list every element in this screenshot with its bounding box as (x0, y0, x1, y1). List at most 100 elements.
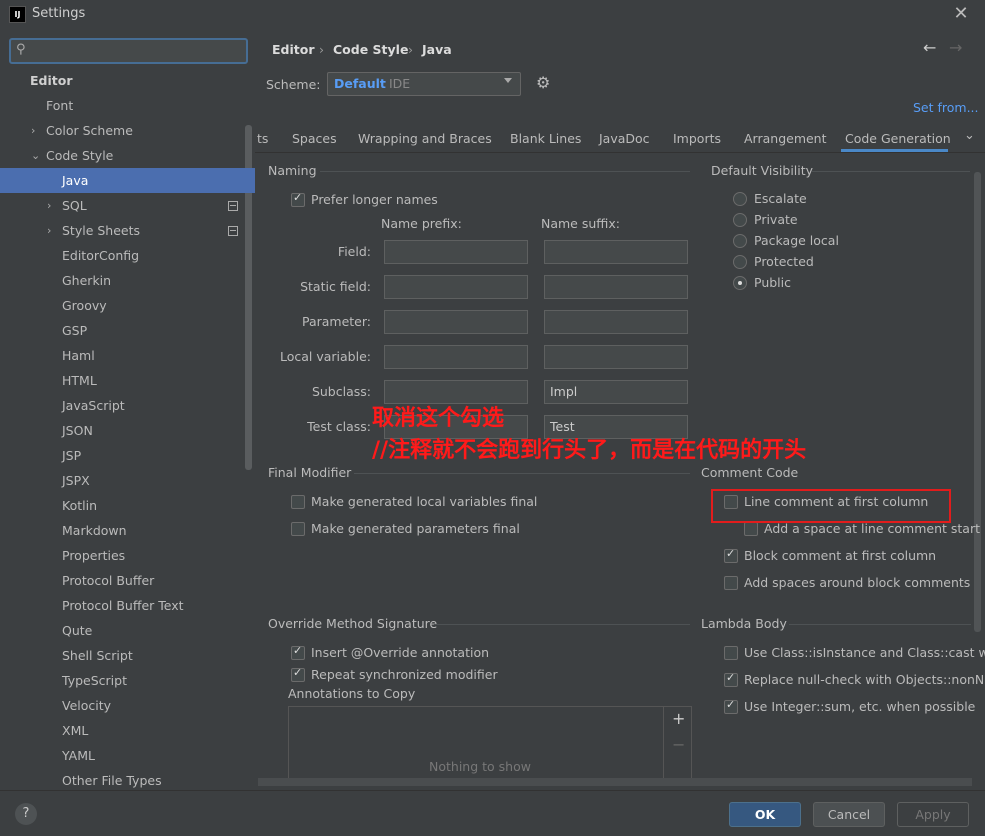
name-suffix-field[interactable] (544, 345, 688, 369)
sidebar-item[interactable]: Gherkin (0, 268, 255, 293)
annotations-list[interactable]: Nothing to show + − (288, 706, 692, 784)
visibility-radio[interactable] (733, 213, 747, 227)
sidebar-item[interactable]: Shell Script (0, 643, 255, 668)
tab-wrapping[interactable]: Wrapping and Braces (358, 131, 492, 146)
back-arrow-icon[interactable]: ← (923, 38, 936, 57)
field-value: Impl (550, 384, 578, 399)
name-suffix-field[interactable]: Impl (544, 380, 688, 404)
checkbox[interactable] (744, 522, 758, 536)
tab-javadoc[interactable]: JavaDoc (599, 131, 650, 146)
tab-bar: ts Spaces Wrapping and Braces Blank Line… (255, 126, 985, 153)
name-prefix-field[interactable] (384, 310, 528, 334)
horizontal-scrollbar[interactable] (258, 778, 972, 786)
name-suffix-field[interactable] (544, 240, 688, 264)
tab-tabs-and-indents[interactable]: ts (257, 131, 268, 146)
breadcrumb-java: Java (422, 42, 452, 57)
sidebar-item[interactable]: Velocity (0, 693, 255, 718)
sidebar-item[interactable]: › SQL (0, 193, 255, 218)
tab-code-generation[interactable]: Code Generation (845, 131, 951, 146)
sidebar-item[interactable]: HTML (0, 368, 255, 393)
sidebar-item[interactable]: Qute (0, 618, 255, 643)
name-suffix-header: Name suffix: (541, 216, 620, 231)
checkbox[interactable] (724, 698, 738, 714)
sidebar-item[interactable]: JSON (0, 418, 255, 443)
visibility-radio[interactable] (733, 234, 747, 248)
breadcrumb-code-style[interactable]: Code Style (333, 42, 408, 57)
close-icon[interactable]: ✕ (950, 3, 972, 25)
visibility-radio[interactable] (733, 276, 747, 290)
sidebar-item[interactable]: TypeScript (0, 668, 255, 693)
forward-arrow-icon[interactable]: → (949, 38, 962, 57)
vertical-scrollbar[interactable] (974, 172, 981, 632)
sidebar-item[interactable]: YAML (0, 743, 255, 768)
cancel-button[interactable]: Cancel (813, 802, 885, 827)
checkbox[interactable] (724, 671, 738, 687)
sidebar-item[interactable]: ⌄ Code Style (0, 143, 255, 168)
sidebar-item[interactable]: › Color Scheme (0, 118, 255, 143)
sidebar-item[interactable]: Editor (0, 68, 255, 93)
help-icon[interactable]: ? (15, 803, 37, 825)
chevron-down-icon[interactable]: ⌄ (964, 128, 975, 143)
sidebar-item[interactable]: Protocol Buffer Text (0, 593, 255, 618)
add-icon[interactable]: + (672, 709, 685, 728)
naming-row-label: Local variable: (279, 349, 371, 364)
sidebar-item-label: Editor (30, 73, 73, 88)
sidebar-item-label: Properties (62, 548, 126, 563)
sidebar-item[interactable]: Markdown (0, 518, 255, 543)
sidebar-item[interactable]: GSP (0, 318, 255, 343)
name-prefix-field[interactable] (384, 345, 528, 369)
sidebar-item[interactable]: Kotlin (0, 493, 255, 518)
tab-spaces[interactable]: Spaces (292, 131, 337, 146)
chevron-down-icon[interactable]: ⌄ (31, 143, 43, 168)
ok-button[interactable]: OK (729, 802, 801, 827)
annotation-text-line-2: //注释就不会跑到行头了，而是在代码的开头 (372, 437, 807, 463)
set-from-link[interactable]: Set from... (913, 100, 979, 115)
sidebar-item-label: Groovy (62, 298, 107, 313)
tab-arrangement[interactable]: Arrangement (744, 131, 827, 146)
scheme-dropdown[interactable]: Default IDE (327, 72, 521, 96)
name-prefix-field[interactable] (384, 275, 528, 299)
chevron-right-icon[interactable]: › (47, 218, 59, 243)
sidebar-item[interactable]: Font (0, 93, 255, 118)
checkbox-label: Replace null-check with Objects::nonNull (744, 672, 985, 687)
sidebar-item-label: Markdown (62, 523, 127, 538)
checkbox[interactable] (291, 666, 305, 682)
sidebar-item[interactable]: XML (0, 718, 255, 743)
prefer-longer-names-checkbox[interactable] (291, 191, 305, 207)
checkbox[interactable] (291, 522, 305, 536)
sidebar-item[interactable]: Haml (0, 343, 255, 368)
sidebar-item-label: XML (62, 723, 89, 738)
chevron-right-icon[interactable]: › (47, 193, 59, 218)
visibility-radio[interactable] (733, 192, 747, 206)
sidebar-item[interactable]: › Style Sheets (0, 218, 255, 243)
sidebar-item[interactable]: Protocol Buffer (0, 568, 255, 593)
checkbox[interactable] (724, 547, 738, 563)
annotation-text-line-1: 取消这个勾选 (372, 405, 505, 431)
sidebar-item[interactable]: Groovy (0, 293, 255, 318)
checkbox[interactable] (291, 495, 305, 509)
apply-button[interactable]: Apply (897, 802, 969, 827)
name-prefix-field[interactable] (384, 240, 528, 264)
sidebar-item[interactable]: JSP (0, 443, 255, 468)
chevron-right-icon[interactable]: › (31, 118, 43, 143)
checkbox[interactable] (724, 576, 738, 590)
tab-blank-lines[interactable]: Blank Lines (510, 131, 581, 146)
divider (663, 707, 664, 783)
tab-imports[interactable]: Imports (673, 131, 721, 146)
sidebar-item[interactable]: EditorConfig (0, 243, 255, 268)
sidebar-item[interactable]: Java (0, 168, 255, 193)
remove-icon[interactable]: − (672, 735, 685, 754)
gear-icon[interactable]: ⚙ (536, 73, 550, 92)
sidebar-item[interactable]: JavaScript (0, 393, 255, 418)
name-suffix-field[interactable] (544, 275, 688, 299)
search-input[interactable]: ⚲ (9, 38, 248, 64)
breadcrumb-editor[interactable]: Editor (272, 42, 315, 57)
sidebar-item[interactable]: Properties (0, 543, 255, 568)
checkbox[interactable] (291, 644, 305, 660)
sidebar-item[interactable]: JSPX (0, 468, 255, 493)
name-suffix-field[interactable] (544, 310, 688, 334)
sidebar-item-label: Gherkin (62, 273, 112, 288)
checkbox[interactable] (724, 646, 738, 660)
name-prefix-header: Name prefix: (381, 216, 462, 231)
visibility-radio[interactable] (733, 255, 747, 269)
